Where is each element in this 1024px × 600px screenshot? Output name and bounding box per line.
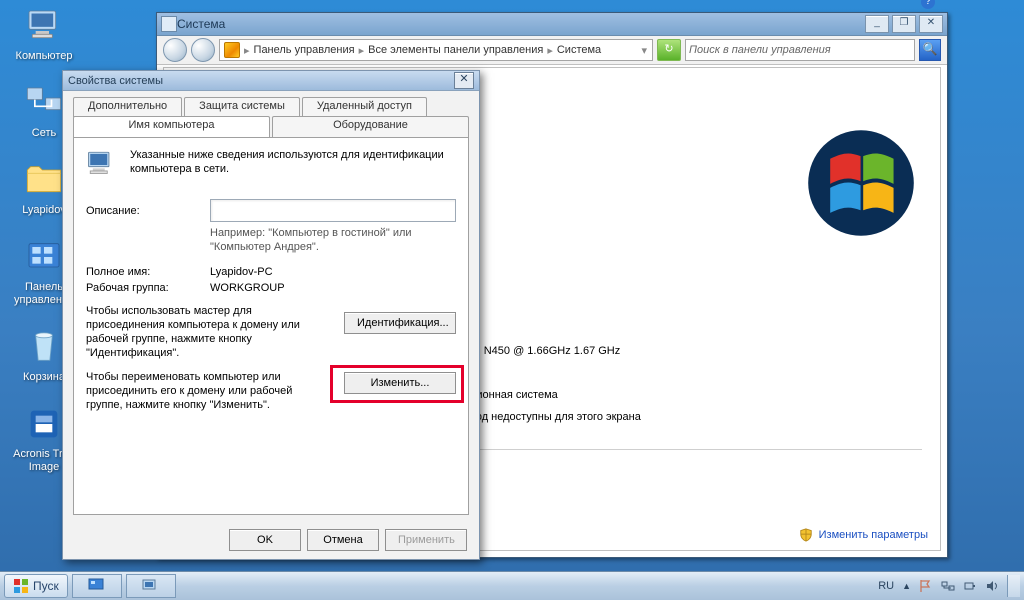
dialog-close-button[interactable]: ✕ xyxy=(454,72,474,89)
desktop-icon-label: Сеть xyxy=(32,127,56,140)
change-button[interactable]: Изменить... xyxy=(344,372,456,394)
breadcrumb-seg[interactable]: Панель управления xyxy=(254,44,355,56)
intro-text: Указанные ниже сведения используются для… xyxy=(130,148,456,185)
shield-icon xyxy=(799,528,813,542)
dialog-titlebar[interactable]: Свойства системы ✕ xyxy=(63,71,479,91)
windows-flag-icon xyxy=(13,578,29,594)
forward-button[interactable] xyxy=(191,38,215,62)
identification-hint: Чтобы использовать мастер для присоедине… xyxy=(86,304,306,360)
window-icon xyxy=(161,16,177,32)
control-panel-icon xyxy=(22,237,66,277)
breadcrumb[interactable]: ▸ Панель управления ▸ Все элементы панел… xyxy=(219,39,653,61)
tab-computer-name[interactable]: Имя компьютера xyxy=(73,116,270,137)
change-settings-link[interactable]: Изменить параметры xyxy=(799,528,928,542)
desktop-icon-label: Компьютер xyxy=(16,50,73,63)
taskbar-item-properties[interactable] xyxy=(126,574,176,598)
computer-small-icon xyxy=(86,148,120,185)
recycle-bin-icon xyxy=(22,327,66,367)
tray-chevron-icon[interactable]: ▲ xyxy=(902,581,911,591)
desktop-icon-label: Корзина xyxy=(23,371,65,384)
dialog-footer: OK Отмена Применить xyxy=(63,521,479,559)
search-input[interactable]: Поиск в панели управления xyxy=(685,39,915,61)
back-button[interactable] xyxy=(163,38,187,62)
system-tray: RU ▲ xyxy=(878,579,999,593)
breadcrumb-seg[interactable]: Все элементы панели управления xyxy=(368,44,543,56)
maximize-button[interactable]: ❐ xyxy=(892,15,916,33)
acronis-icon xyxy=(22,404,66,444)
ok-button[interactable]: OK xyxy=(229,529,301,551)
refresh-button[interactable]: ↻ xyxy=(657,39,681,61)
breadcrumb-seg[interactable]: Система xyxy=(557,44,601,56)
change-hint: Чтобы переименовать компьютер или присое… xyxy=(86,370,306,412)
start-label: Пуск xyxy=(33,579,59,593)
description-example: Например: "Компьютер в гостиной" или "Ко… xyxy=(210,226,456,254)
start-button[interactable]: Пуск xyxy=(4,574,68,598)
tab-protection[interactable]: Защита системы xyxy=(184,97,300,117)
dialog-body: Дополнительно Защита системы Удаленный д… xyxy=(73,97,469,515)
change-settings-label: Изменить параметры xyxy=(819,529,928,541)
description-input[interactable] xyxy=(210,199,456,222)
tray-flag-icon[interactable] xyxy=(919,579,933,593)
folder-icon xyxy=(22,160,66,200)
search-go-button[interactable]: 🔍 xyxy=(919,39,941,61)
desktop-icon-computer[interactable]: Компьютер xyxy=(8,6,80,63)
workgroup-label: Рабочая группа: xyxy=(86,282,210,294)
breadcrumb-icon xyxy=(224,42,240,58)
desktop-icon-label: Lyapidov xyxy=(22,204,66,217)
cancel-button[interactable]: Отмена xyxy=(307,529,379,551)
description-label: Описание: xyxy=(86,205,210,217)
tray-volume-icon[interactable] xyxy=(985,579,999,593)
tray-power-icon[interactable] xyxy=(963,579,977,593)
network-icon xyxy=(22,83,66,123)
windows-logo-icon xyxy=(806,128,916,238)
tab-remote[interactable]: Удаленный доступ xyxy=(302,97,427,117)
taskbar: Пуск RU ▲ xyxy=(0,571,1024,600)
computer-icon xyxy=(22,6,66,46)
window-title: Система xyxy=(177,17,225,31)
taskbar-item-system[interactable] xyxy=(72,574,122,598)
tab-content: Указанные ниже сведения используются для… xyxy=(73,137,469,515)
language-indicator[interactable]: RU xyxy=(878,580,894,592)
apply-button[interactable]: Применить xyxy=(385,529,467,551)
help-icon[interactable]: ? xyxy=(921,0,935,9)
tab-advanced[interactable]: Дополнительно xyxy=(73,97,182,117)
system-properties-dialog: Свойства системы ✕ Дополнительно Защита … xyxy=(62,70,480,560)
minimize-button[interactable]: _ xyxy=(865,15,889,33)
tab-hardware[interactable]: Оборудование xyxy=(272,116,469,137)
close-button[interactable]: ✕ xyxy=(919,15,943,33)
system-titlebar[interactable]: Система _ ❐ ✕ xyxy=(157,13,947,36)
tab-row-bottom: Имя компьютера Оборудование xyxy=(73,116,469,137)
tray-network-icon[interactable] xyxy=(941,579,955,593)
fullname-label: Полное имя: xyxy=(86,266,210,278)
fullname-value: Lyapidov-PC xyxy=(210,266,273,278)
identification-button[interactable]: Идентификация... xyxy=(344,312,456,334)
workgroup-value: WORKGROUP xyxy=(210,282,285,294)
desktop: Компьютер Сеть Lyapidov Панель управлени… xyxy=(0,0,1024,600)
show-desktop-button[interactable] xyxy=(1007,575,1020,597)
dialog-title: Свойства системы xyxy=(68,75,163,87)
search-placeholder: Поиск в панели управления xyxy=(689,44,911,56)
tab-row-top: Дополнительно Защита системы Удаленный д… xyxy=(73,97,469,117)
navigation-row: ▸ Панель управления ▸ Все элементы панел… xyxy=(157,36,947,65)
